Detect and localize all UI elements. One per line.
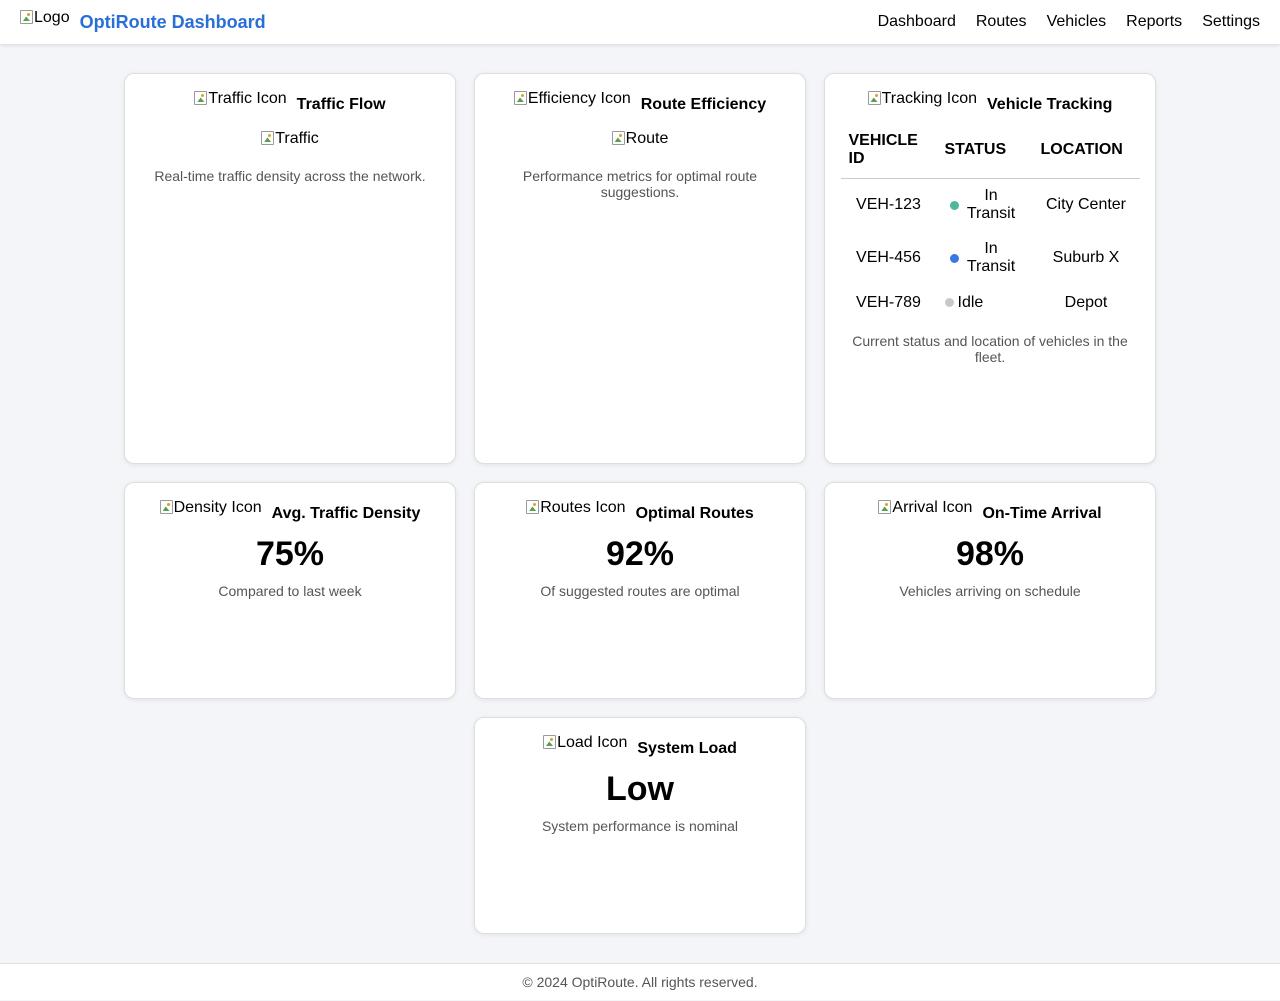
- route-image: Route: [475, 130, 805, 148]
- card-title: Route Efficiency: [640, 96, 767, 113]
- metric-description: Compared to last week: [218, 583, 362, 599]
- status-dot: [950, 200, 959, 210]
- status-text: In Transit: [966, 240, 1016, 275]
- broken-image-icon: [194, 91, 208, 105]
- metric-value: Low: [606, 770, 674, 808]
- broken-image-icon: [611, 131, 625, 145]
- card-title: Vehicle Tracking: [987, 96, 1113, 113]
- status-dot: [944, 298, 954, 307]
- metric-value: 75%: [255, 535, 325, 573]
- metric-description: Vehicles arriving on schedule: [899, 583, 1081, 599]
- vehicle-location: Suburb X: [1052, 249, 1120, 266]
- metric-description: Of suggested routes are optimal: [540, 583, 740, 599]
- avg-traffic-density-card: Density Icon Avg. Traffic Density 75% Co…: [124, 482, 456, 699]
- vehicle-tracking-card: Tracking Icon Vehicle Tracking VEHICLE I…: [824, 73, 1156, 464]
- traffic-flow-card: Traffic Icon Traffic Flow Traffic Real-t…: [124, 73, 456, 464]
- broken-image-icon: [261, 131, 275, 145]
- broken-image-icon: [159, 500, 173, 514]
- table-row[interactable]: VEH-123 In Transit City Center: [841, 179, 1140, 232]
- vehicle-table: VEHICLE ID STATUS LOCATION VEH-123 In Tr…: [840, 126, 1140, 321]
- card-description: Current status and location of vehicles …: [852, 332, 1128, 365]
- card-title: System Load: [637, 740, 737, 757]
- nav-settings[interactable]: Settings: [1202, 13, 1260, 31]
- card-description: Real-time traffic density across the net…: [154, 168, 426, 184]
- vehicle-location: City Center: [1045, 196, 1127, 214]
- broken-image-icon: [20, 10, 33, 24]
- nav-routes[interactable]: Routes: [976, 13, 1027, 31]
- table-row[interactable]: VEH-456 In Transit Suburb X: [841, 232, 1140, 285]
- column-header-location[interactable]: LOCATION: [1032, 126, 1140, 179]
- tracking-icon: Tracking Icon: [867, 90, 977, 108]
- nav-dashboard[interactable]: Dashboard: [878, 13, 956, 31]
- card-header: Load Icon System Load: [475, 734, 805, 758]
- nav-reports[interactable]: Reports: [1126, 13, 1182, 31]
- route-efficiency-card: Efficiency Icon Route Efficiency Route P…: [474, 73, 806, 464]
- main-nav: Dashboard Routes Vehicles Reports Settin…: [878, 13, 1260, 31]
- table-header-row: VEHICLE ID STATUS LOCATION: [840, 126, 1140, 179]
- status-text: In Transit: [966, 187, 1016, 223]
- vehicle-location: Depot: [1064, 293, 1108, 311]
- top-navbar: Logo OptiRoute Dashboard Dashboard Route…: [0, 0, 1280, 44]
- logo-image[interactable]: Logo: [20, 9, 70, 27]
- column-header-vehicle-id[interactable]: VEHICLE ID: [840, 126, 937, 179]
- routes-icon: Routes Icon: [526, 499, 626, 517]
- vehicle-id: VEH-456: [856, 249, 921, 266]
- copyright-text: © 2024 OptiRoute. All rights reserved.: [522, 974, 758, 990]
- card-description: Performance metrics for optimal route su…: [522, 168, 758, 200]
- status-dot: [950, 253, 959, 263]
- card-title: On-Time Arrival: [982, 505, 1102, 522]
- card-header: Arrival Icon On-Time Arrival: [825, 499, 1155, 523]
- status-text: Idle: [957, 293, 984, 311]
- card-header: Traffic Icon Traffic Flow: [125, 90, 455, 114]
- optimal-routes-card: Routes Icon Optimal Routes 92% Of sugges…: [474, 482, 806, 699]
- table-row[interactable]: VEH-789 Idle Depot: [841, 285, 1140, 321]
- card-title: Avg. Traffic Density: [271, 505, 421, 522]
- card-title: Traffic Flow: [296, 96, 386, 113]
- broken-image-icon: [878, 500, 892, 514]
- traffic-icon: Traffic Icon: [194, 90, 287, 108]
- metric-value: 92%: [605, 535, 675, 573]
- system-load-card: Load Icon System Load Low System perform…: [474, 717, 806, 934]
- traffic-image: Traffic: [125, 130, 455, 148]
- efficiency-icon: Efficiency Icon: [513, 90, 631, 108]
- nav-vehicles[interactable]: Vehicles: [1047, 13, 1107, 31]
- broken-image-icon: [513, 91, 527, 105]
- vehicle-id: VEH-789: [856, 293, 921, 311]
- vehicle-id: VEH-123: [856, 196, 921, 214]
- card-header: Efficiency Icon Route Efficiency: [475, 90, 805, 114]
- arrival-icon: Arrival Icon: [878, 499, 972, 517]
- footer: © 2024 OptiRoute. All rights reserved.: [0, 963, 1280, 1000]
- load-icon: Load Icon: [543, 734, 627, 752]
- card-title: Optimal Routes: [635, 505, 754, 522]
- column-header-status[interactable]: STATUS: [936, 126, 1033, 179]
- broken-image-icon: [867, 91, 881, 105]
- broken-image-icon: [543, 735, 557, 749]
- card-header: Routes Icon Optimal Routes: [475, 499, 805, 523]
- metric-description: System performance is nominal: [541, 818, 739, 834]
- broken-image-icon: [526, 500, 540, 514]
- card-header: Density Icon Avg. Traffic Density: [125, 499, 455, 523]
- metric-value: 98%: [955, 535, 1025, 573]
- on-time-arrival-card: Arrival Icon On-Time Arrival 98% Vehicle…: [824, 482, 1156, 699]
- card-header: Tracking Icon Vehicle Tracking: [825, 90, 1155, 114]
- density-icon: Density Icon: [159, 499, 262, 517]
- app-title[interactable]: OptiRoute Dashboard: [80, 12, 266, 33]
- brand[interactable]: Logo OptiRoute Dashboard: [20, 9, 266, 33]
